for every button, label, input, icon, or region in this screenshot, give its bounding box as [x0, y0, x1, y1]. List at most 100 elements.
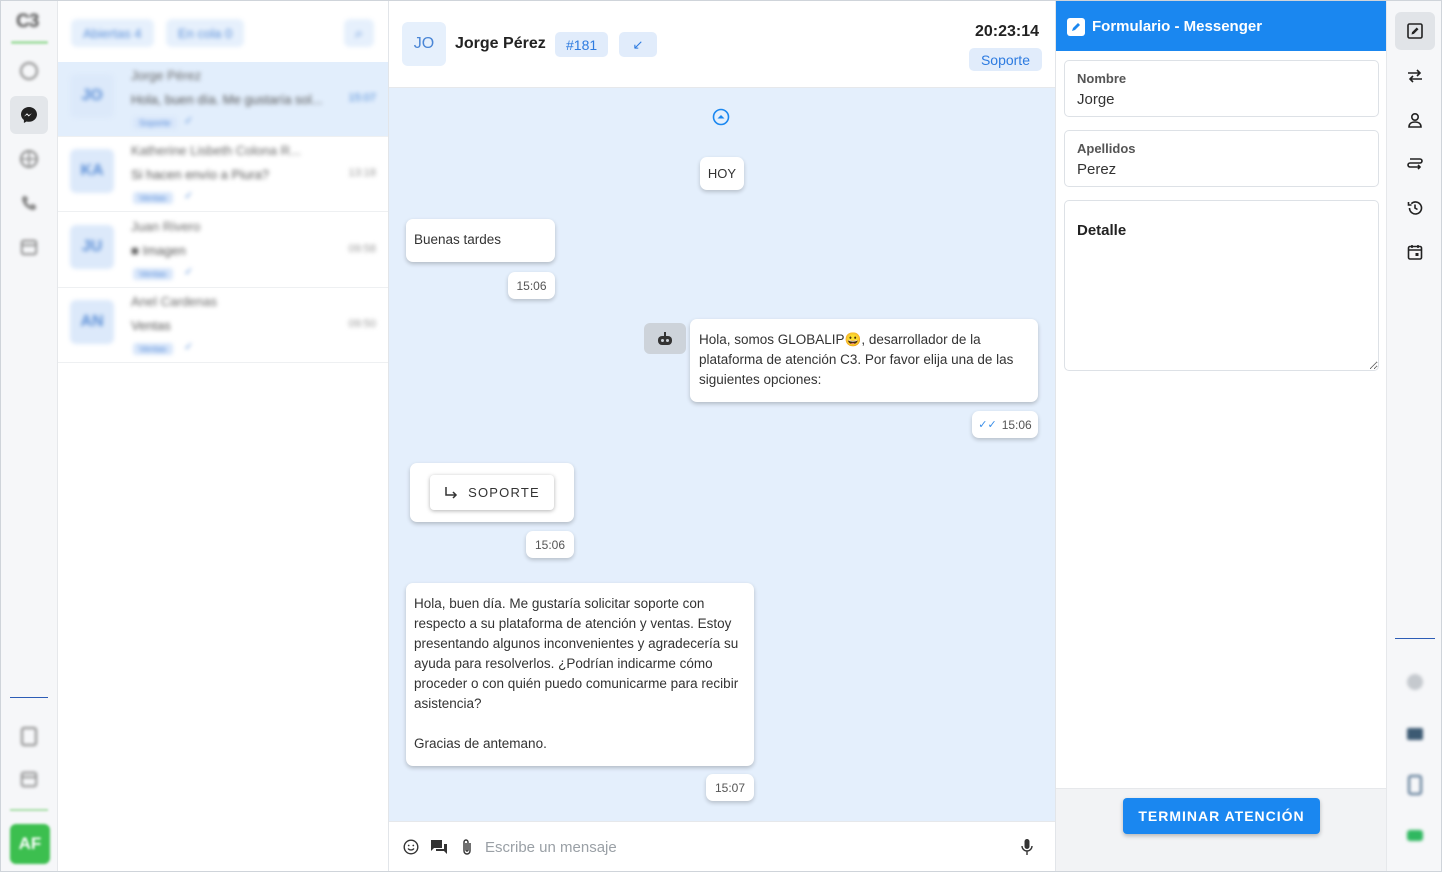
status-dot-icon[interactable] [1405, 672, 1425, 692]
option-label: SOPORTE [468, 484, 540, 500]
app-window: C3 AF Abiertas 4 En cola 0 ⌕ JO Jorge Pé… [0, 0, 1442, 872]
conversation-item[interactable]: JO Jorge Pérez Hola, buen día. Me gustar… [58, 62, 388, 137]
filter-open-chip[interactable]: Abiertas 4 [71, 19, 154, 47]
chat-bubble-icon[interactable] [1405, 826, 1425, 846]
whatsapp-icon[interactable] [18, 60, 40, 82]
option-card: SOPORTE [410, 463, 574, 522]
messenger-icon [21, 107, 37, 123]
contact-icon[interactable] [1405, 110, 1425, 130]
mobile-icon[interactable] [1405, 775, 1425, 795]
conversation-name: Anel Cardenas [131, 294, 217, 309]
queue-badge: Ventas [133, 268, 173, 280]
return-arrow-icon [445, 486, 458, 499]
conversation-time: 09:58 [348, 243, 376, 255]
user-avatar[interactable]: AF [10, 824, 50, 864]
incoming-message: Buenas tardes [406, 219, 555, 262]
emoji-icon[interactable] [402, 838, 420, 856]
conversation-item[interactable]: JU Juan Rivero ■ Imagen 09:58 Ventas ✓ [58, 213, 388, 288]
conversation-time: 15:07 [348, 92, 376, 104]
load-more-up-icon[interactable] [712, 108, 730, 126]
contact-name: Jorge Pérez [455, 35, 546, 52]
search-icon[interactable]: ⌕ [344, 19, 374, 47]
read-check-icon: ✓ [184, 266, 194, 278]
microphone-icon[interactable] [1018, 838, 1036, 856]
rail-divider [1395, 638, 1435, 639]
apellidos-field[interactable]: Apellidos Perez [1064, 130, 1379, 187]
field-value: Jorge [1077, 91, 1115, 108]
ticket-badge[interactable]: #181 [555, 32, 609, 57]
form-title: Formulario - Messenger [1092, 17, 1263, 35]
filter-queue-chip[interactable]: En cola 0 [166, 19, 245, 47]
message-text: Buenas tardes [414, 232, 502, 247]
conversation-item[interactable]: AN Anel Cardenas Ventas 09:50 Ventas ✓ [58, 288, 388, 363]
field-value: Perez [1077, 161, 1117, 178]
day-separator: HOY [700, 157, 744, 190]
read-check-icon: ✓ [184, 341, 194, 353]
queue-badge: Ventas [133, 343, 173, 355]
form-footer: TERMINAR ATENCIÓN [1056, 788, 1387, 871]
message-time: 15:06 [526, 531, 574, 558]
quick-replies-icon[interactable] [430, 838, 448, 856]
conversation-name: Katherine Lisbeth Colona R... [131, 143, 301, 158]
logo-underline [11, 41, 48, 44]
messenger-channel-button[interactable] [10, 96, 48, 134]
conversation-preview: Hola, buen día. Me gustaría sol... [131, 92, 323, 107]
incoming-message: Hola, buen día. Me gustaría solicitar so… [406, 583, 754, 766]
form-tab-button[interactable] [1395, 12, 1435, 50]
incoming-arrow-icon[interactable]: ↙ [619, 32, 657, 57]
elapsed-clock: 20:23:14 [974, 23, 1039, 40]
read-check-icon: ✓ [184, 190, 194, 202]
avatar: JO [70, 74, 114, 118]
history-icon[interactable] [1405, 198, 1425, 218]
conversation-preview: ■ Imagen [131, 243, 186, 258]
globe-icon[interactable] [18, 148, 40, 170]
detalle-textarea[interactable] [1065, 201, 1378, 370]
conversation-item[interactable]: KA Katherine Lisbeth Colona R... Si hace… [58, 137, 388, 212]
image-icon: ■ [131, 243, 143, 258]
conversation-preview: Si hacen envío a Piura? [131, 167, 270, 182]
edit-square-icon [1407, 23, 1423, 39]
calendar-icon[interactable] [1405, 242, 1425, 262]
calendar-icon[interactable] [18, 768, 40, 790]
conversation-name: Juan Rivero [131, 219, 201, 234]
outgoing-message: Hola, somos GLOBALIP😀, desarrollador de … [690, 319, 1038, 402]
chat-header: JO Jorge Pérez #181 ↙ 20:23:14 Soporte [389, 1, 1055, 88]
conversation-time: 09:50 [348, 318, 376, 330]
edit-icon [1067, 18, 1085, 36]
message-time: 15:06 [508, 272, 555, 299]
smile-emoji: 😀 [844, 332, 862, 347]
calendar-icon[interactable] [18, 236, 40, 258]
form-panel: Formulario - Messenger Nombre Jorge Apel… [1055, 1, 1387, 871]
field-label: Apellidos [1077, 141, 1136, 156]
message-composer [389, 821, 1055, 871]
message-text: Hola, buen día. Me gustaría solicitar so… [414, 596, 739, 751]
message-input[interactable] [485, 834, 1005, 860]
avatar: KA [70, 149, 114, 193]
end-attention-button[interactable]: TERMINAR ATENCIÓN [1123, 798, 1320, 834]
conversation-preview-text: Imagen [142, 243, 186, 258]
conversation-time: 13:18 [348, 167, 376, 179]
message-area[interactable]: HOY Buenas tardes 15:06 Hola, somos GLOB… [389, 88, 1055, 821]
clipboard-icon[interactable] [18, 725, 40, 747]
queue-badge: Soporte [133, 117, 177, 129]
message-text: Hola, somos GLOBALIP [699, 332, 845, 347]
right-tools-rail [1386, 1, 1441, 871]
read-check-icon: ✓ [184, 115, 194, 127]
message-time-text: 15:06 [1001, 417, 1032, 432]
conversation-name: Jorge Pérez [131, 68, 202, 83]
transfer-icon[interactable] [1405, 66, 1425, 86]
conversation-preview: Ventas [131, 318, 171, 333]
nombre-field[interactable]: Nombre Jorge [1064, 60, 1379, 117]
image-card-icon[interactable] [1405, 724, 1425, 744]
attach-icon[interactable] [458, 838, 476, 856]
queue-badge: Ventas [133, 192, 173, 204]
option-soporte-button[interactable]: SOPORTE [430, 475, 554, 510]
rail-divider [10, 697, 48, 698]
phone-icon[interactable] [18, 192, 40, 214]
avatar: AN [70, 300, 114, 344]
rail-divider [10, 809, 48, 811]
field-label: Nombre [1077, 71, 1127, 86]
route-icon[interactable] [1405, 154, 1425, 174]
queue-badge[interactable]: Soporte [968, 48, 1042, 71]
detalle-field[interactable]: Detalle [1064, 200, 1379, 371]
